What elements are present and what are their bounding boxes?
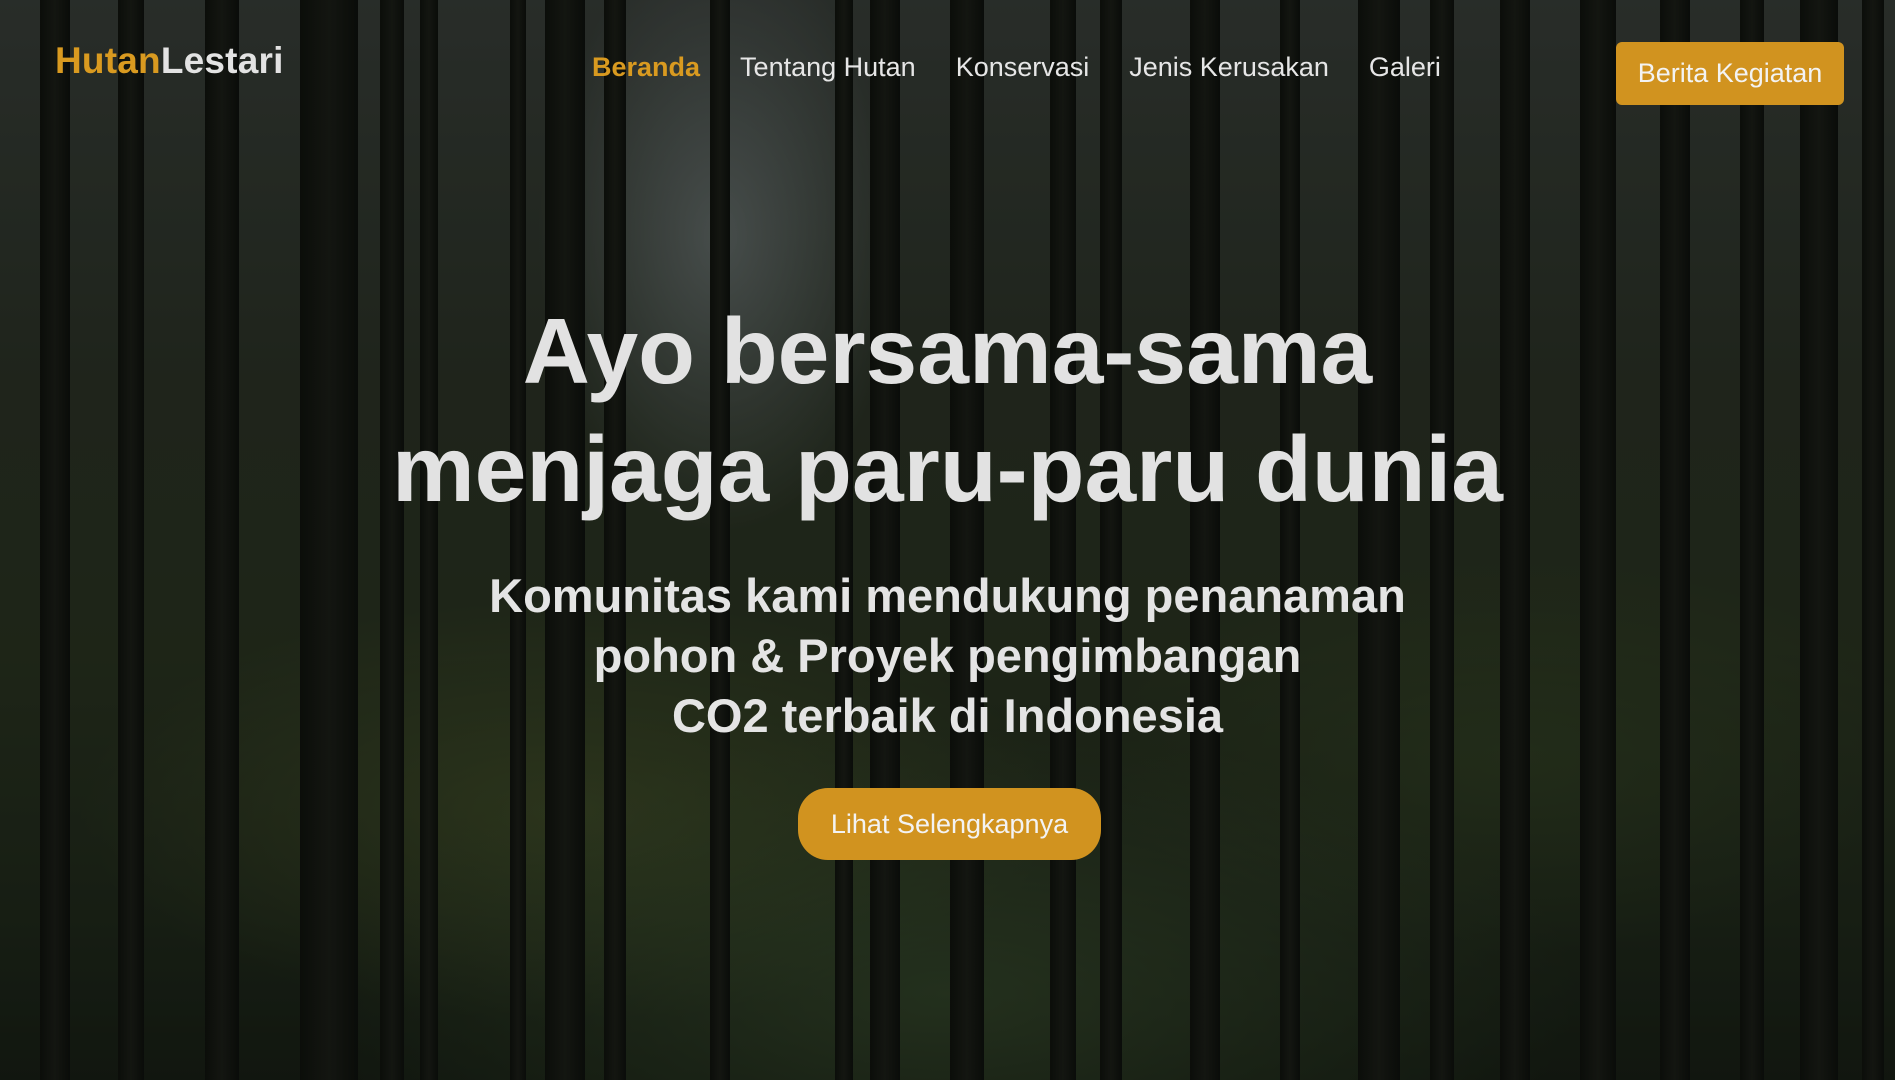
nav-item-jenis-kerusakan[interactable]: Jenis Kerusakan	[1129, 52, 1329, 83]
nav-item-konservasi[interactable]: Konservasi	[956, 52, 1090, 83]
nav-item-beranda[interactable]: Beranda	[592, 52, 700, 83]
hero-subtitle-line-1: Komunitas kami mendukung penanaman	[489, 569, 1406, 622]
site-logo[interactable]: HutanLestari	[55, 40, 284, 82]
hero-section: Ayo bersama-sama menjaga paru-paru dunia…	[0, 292, 1895, 746]
lihat-selengkapnya-button[interactable]: Lihat Selengkapnya	[798, 788, 1101, 860]
hero-title: Ayo bersama-sama menjaga paru-paru dunia	[298, 292, 1598, 528]
logo-part-lestari: Lestari	[160, 40, 284, 81]
hero-subtitle: Komunitas kami mendukung penanaman pohon…	[448, 566, 1448, 746]
hero-subtitle-line-3: CO2 terbaik di Indonesia	[671, 689, 1224, 742]
main-nav: Beranda Tentang Hutan Konservasi Jenis K…	[592, 52, 1441, 83]
nav-item-galeri[interactable]: Galeri	[1369, 52, 1441, 83]
hero-title-line-2: menjaga paru-paru dunia	[391, 417, 1503, 521]
landing-page: HutanLestari Beranda Tentang Hutan Konse…	[0, 0, 1895, 1080]
berita-kegiatan-button[interactable]: Berita Kegiatan	[1616, 42, 1844, 105]
nav-item-tentang-hutan[interactable]: Tentang Hutan	[740, 52, 916, 83]
logo-part-hutan: Hutan	[55, 40, 161, 81]
hero-subtitle-line-2: pohon & Proyek pengimbangan	[593, 629, 1302, 682]
hero-title-line-1: Ayo bersama-sama	[522, 299, 1373, 403]
